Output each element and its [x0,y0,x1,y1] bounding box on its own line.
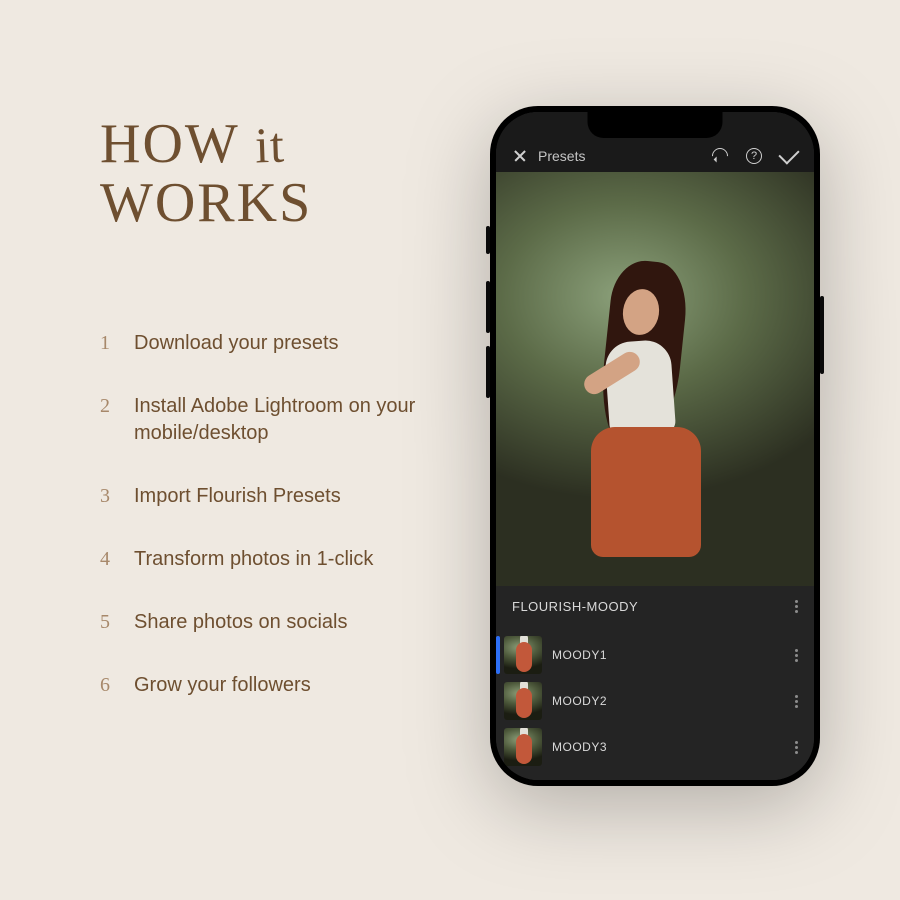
more-dots-icon[interactable] [795,741,798,754]
step-number: 3 [100,483,112,510]
header-title: Presets [538,148,585,164]
heading-word-works: WORKS [100,174,312,233]
step-item: 1 Download your presets [100,330,460,357]
phone-mockup: Presets ? [490,106,820,786]
help-icon[interactable]: ? [746,148,762,164]
step-number: 1 [100,330,112,357]
preset-group-name: FLOURISH-MOODY [512,599,638,614]
step-text: Transform photos in 1-click [134,546,373,573]
preset-thumbnail [504,728,542,766]
phone-body: Presets ? [490,106,820,786]
preset-label: MOODY2 [552,694,785,708]
phone-screen: Presets ? [496,112,814,780]
step-item: 4 Transform photos in 1-click [100,546,460,573]
marketing-card: HOW it WORKS 1 Download your presets 2 I… [0,0,900,900]
preset-item[interactable]: MOODY1 [496,632,814,678]
step-number: 2 [100,393,112,447]
phone-notch [588,112,723,138]
step-text: Import Flourish Presets [134,483,341,510]
heading-word-how: HOW [100,113,239,175]
step-text: Grow your followers [134,672,311,699]
preset-item[interactable]: MOODY3 [496,724,814,770]
phone-mute-switch [486,226,490,254]
close-icon[interactable] [512,148,528,164]
phone-volume-up [486,281,490,333]
step-number: 5 [100,609,112,636]
step-item: 6 Grow your followers [100,672,460,699]
photo-subject [567,271,717,551]
undo-icon[interactable] [709,145,732,168]
heading-word-it: it [254,118,286,172]
preset-label: MOODY3 [552,740,785,754]
phone-volume-down [486,346,490,398]
preset-thumbnail [504,682,542,720]
more-dots-icon[interactable] [795,649,798,662]
step-item: 5 Share photos on socials [100,609,460,636]
preview-photo[interactable] [496,172,814,586]
steps-list: 1 Download your presets 2 Install Adobe … [100,330,460,735]
preset-item[interactable]: MOODY2 [496,678,814,724]
step-text: Install Adobe Lightroom on your mobile/d… [134,393,460,447]
more-dots-icon[interactable] [795,600,798,613]
preset-label: MOODY1 [552,648,785,662]
preset-group-header[interactable]: FLOURISH-MOODY [496,586,814,626]
heading-line-1: HOW it [100,115,312,174]
preset-thumbnail [504,636,542,674]
more-dots-icon[interactable] [795,695,798,708]
main-heading: HOW it WORKS [100,115,312,233]
step-item: 3 Import Flourish Presets [100,483,460,510]
step-item: 2 Install Adobe Lightroom on your mobile… [100,393,460,447]
step-text: Share photos on socials [134,609,347,636]
step-number: 4 [100,546,112,573]
preset-list: MOODY1 MOODY2 MOODY3 [496,626,814,780]
phone-power-button [820,296,824,374]
confirm-icon[interactable] [778,143,799,164]
step-text: Download your presets [134,330,339,357]
step-number: 6 [100,672,112,699]
